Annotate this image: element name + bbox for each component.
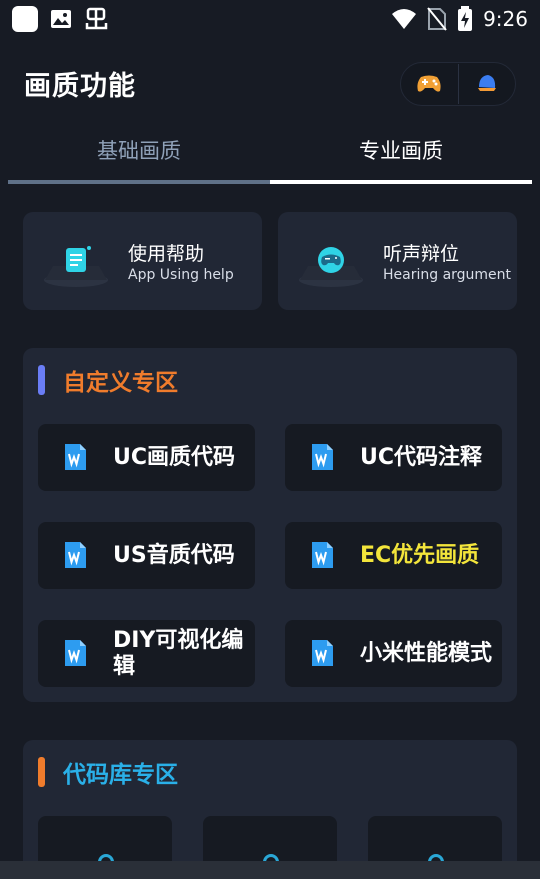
diy-visual-edit-button[interactable]: DIY可视化编辑 [38, 620, 255, 687]
help-card-subtitle: Hearing argument [383, 267, 512, 283]
doc-w-icon [65, 640, 86, 666]
code-button-label: EC优先画质 [360, 542, 480, 568]
status-bar: 9:26 [0, 0, 540, 38]
help-card-hearing[interactable]: 听声辩位 Hearing argument [278, 212, 517, 310]
tab-indicator-pro [270, 180, 532, 184]
image-icon [51, 10, 71, 28]
doc-w-icon [65, 542, 86, 568]
uc-quality-code-button[interactable]: UC画质代码 [38, 424, 255, 491]
app-square-icon [12, 6, 38, 32]
help-card-title: 使用帮助 [128, 243, 205, 265]
page-title: 画质功能 [24, 71, 136, 102]
game-mode-button[interactable] [401, 62, 458, 106]
code-button-label: DIY可视化编辑 [113, 627, 244, 679]
doc-w-icon [312, 640, 333, 666]
clock: 9:26 [483, 7, 528, 31]
code-button-label: 小米性能模式 [360, 640, 493, 666]
doc-w-icon [65, 444, 86, 470]
doc-w-icon [312, 444, 333, 470]
no-sim-icon [427, 7, 447, 31]
tab-basic-quality[interactable]: 基础画质 [8, 130, 270, 180]
wifi-icon [392, 9, 417, 29]
gamepad-icon [417, 75, 441, 92]
code-library-section: 代码库专区 [23, 740, 517, 879]
code-button-label: UC画质代码 [113, 444, 236, 470]
section-title: 自定义专区 [63, 370, 178, 396]
section-accent-bar [38, 757, 45, 787]
code-button-label: UC代码注释 [360, 444, 483, 470]
tab-bar: 基础画质 专业画质 [8, 130, 532, 186]
xiaomi-performance-mode-button[interactable]: 小米性能模式 [285, 620, 502, 687]
help-card-title: 听声辩位 [383, 243, 460, 265]
uc-code-comment-button[interactable]: UC代码注释 [285, 424, 502, 491]
us-audio-code-button[interactable]: US音质代码 [38, 522, 255, 589]
section-accent-bar [38, 365, 45, 395]
help-card-subtitle: App Using help [128, 267, 234, 283]
custom-section: 自定义专区 UC画质代码 UC代码注释 US音质代码 EC优先画质 DIY可视化… [23, 348, 517, 702]
section-title: 代码库专区 [63, 762, 178, 788]
tab-pro-quality[interactable]: 专业画质 [270, 130, 532, 180]
bell-icon [477, 75, 496, 91]
gamepad-icon [299, 247, 363, 287]
tab-indicator-basic [8, 180, 270, 184]
ec-priority-quality-button[interactable]: EC优先画质 [285, 522, 502, 589]
header-capsule [400, 62, 516, 106]
app-header: 画质功能 [0, 56, 540, 112]
doc-w-icon [312, 542, 333, 568]
document-icon [44, 246, 108, 287]
code-button-label: US音质代码 [113, 542, 235, 568]
bug-icon [85, 7, 108, 30]
system-nav-bar [0, 861, 540, 879]
help-card-usage[interactable]: 使用帮助 App Using help [23, 212, 262, 310]
notification-button[interactable] [458, 62, 515, 106]
battery-charging-icon [458, 6, 473, 31]
